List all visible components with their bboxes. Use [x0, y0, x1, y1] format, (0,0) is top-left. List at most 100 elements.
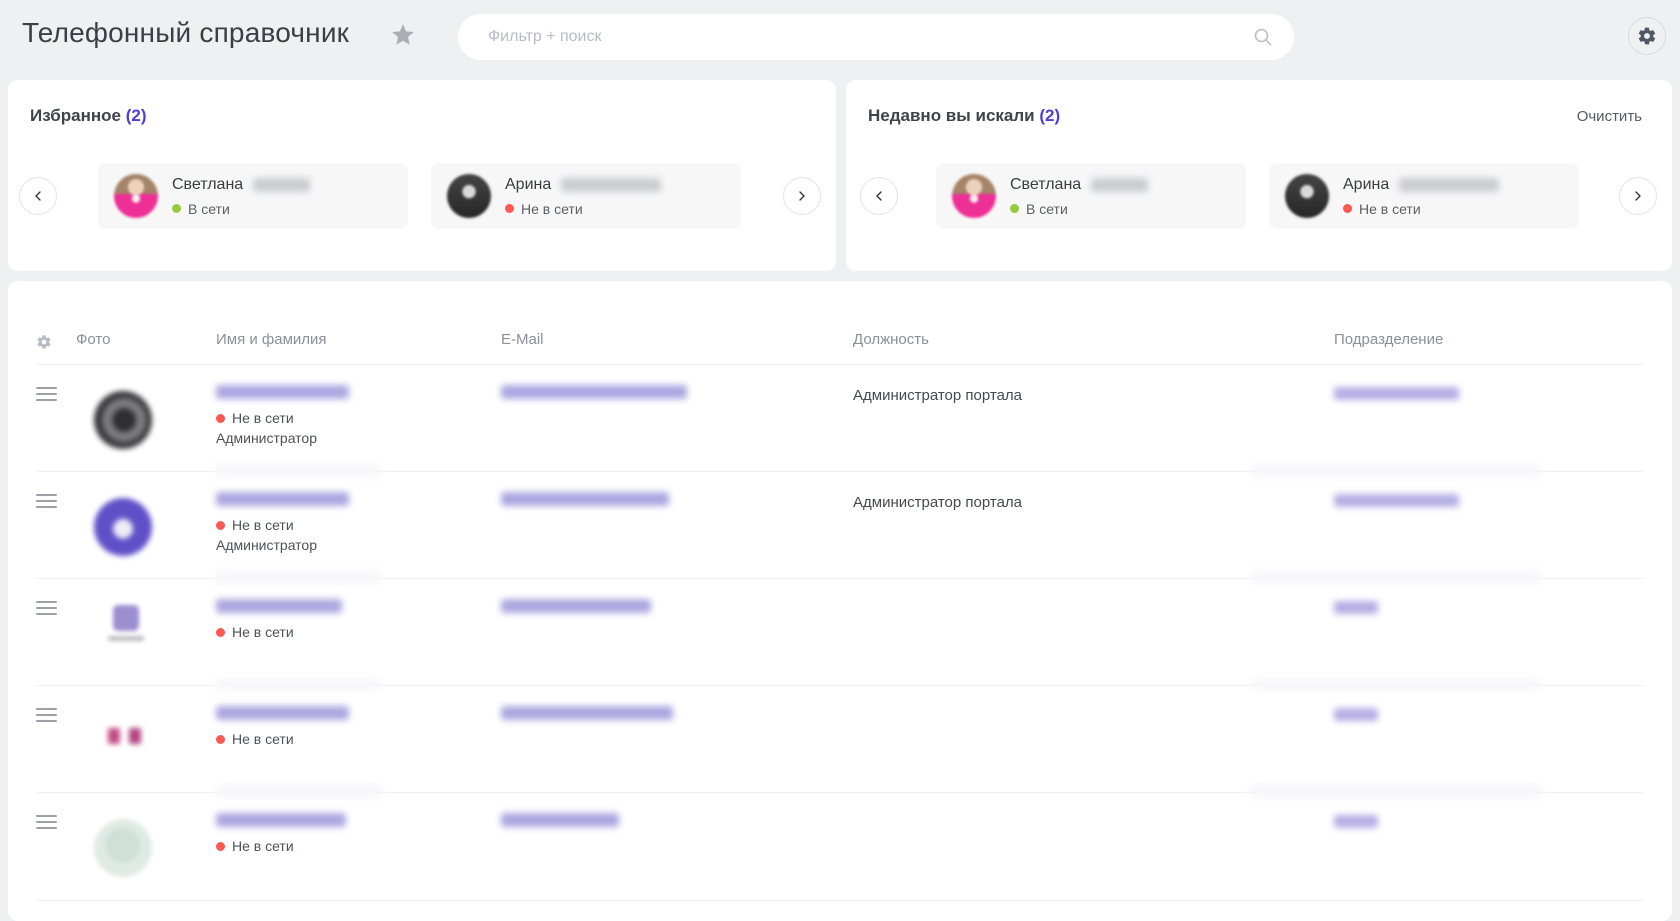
person-avatar — [952, 174, 996, 218]
employee-position: Администратор портала — [853, 387, 1023, 404]
favorites-count: (2) — [125, 106, 147, 125]
employee-name-blurred-link[interactable] — [216, 706, 349, 720]
offline-status-dot — [505, 204, 514, 213]
table-row: Не в сети Администратор Администратор по… — [36, 472, 1644, 584]
drag-handle-icon[interactable] — [36, 494, 57, 508]
favorites-panel: Избранное (2) Светлана В сети Арина Не в… — [8, 80, 836, 271]
column-header-division[interactable]: Подразделение — [1334, 331, 1644, 364]
employee-position — [853, 579, 1334, 685]
recent-card-arina[interactable]: Арина Не в сети — [1269, 163, 1579, 229]
person-status: В сети — [1026, 200, 1068, 217]
page-title: Телефонный справочник — [22, 17, 350, 48]
column-header-photo[interactable]: Фото — [76, 331, 216, 364]
column-header-name[interactable]: Имя и фамилия — [216, 331, 501, 364]
topbar: Телефонный справочник — [0, 0, 1680, 72]
employee-name-blurred-link[interactable] — [216, 492, 349, 506]
employee-email-blurred-link[interactable] — [501, 385, 687, 399]
recent-card-svetlana[interactable]: Светлана В сети — [936, 163, 1246, 229]
favorites-title-text: Избранное — [30, 106, 121, 125]
table-row: Не в сети — [36, 793, 1644, 901]
employee-avatar — [108, 728, 216, 744]
favorite-card-svetlana[interactable]: Светлана В сети — [98, 163, 408, 229]
employee-position: Администратор портала — [853, 494, 1023, 511]
offline-status-dot — [216, 627, 225, 637]
recent-title: Недавно вы искали (2) — [868, 106, 1060, 126]
employee-position — [853, 686, 1334, 792]
person-surname-blurred — [561, 177, 662, 192]
employee-email-blurred-link[interactable] — [501, 813, 619, 827]
person-status: В сети — [188, 200, 230, 217]
panels-row: Избранное (2) Светлана В сети Арина Не в… — [8, 80, 1672, 271]
offline-status-dot — [216, 734, 225, 744]
favorites-next-button[interactable] — [783, 177, 821, 215]
employee-name-blurred-link[interactable] — [216, 385, 349, 399]
recent-searches-panel: Недавно вы искали (2) Очистить Светлана … — [846, 80, 1672, 271]
recent-next-button[interactable] — [1619, 177, 1657, 215]
employee-role: Администратор — [216, 430, 318, 446]
gear-icon — [1637, 26, 1657, 46]
employee-division-blurred-link[interactable] — [1334, 387, 1459, 400]
search-input[interactable] — [486, 27, 1252, 47]
employee-status: Не в сети — [232, 624, 294, 640]
search-box — [458, 14, 1294, 60]
employee-division-blurred-link[interactable] — [1334, 601, 1378, 614]
offline-status-dot — [216, 520, 225, 530]
employee-email-blurred-link[interactable] — [501, 706, 673, 720]
employee-avatar — [94, 391, 152, 449]
employee-avatar — [94, 819, 152, 877]
clear-recent-button[interactable]: Очистить — [1571, 107, 1648, 126]
employee-position — [853, 793, 1334, 900]
settings-button[interactable] — [1628, 17, 1666, 55]
person-name: Арина — [505, 175, 552, 193]
employee-status: Не в сети — [232, 838, 294, 854]
chevron-right-icon — [1630, 188, 1646, 204]
employee-status: Не в сети — [232, 731, 294, 747]
favorite-star-icon[interactable] — [390, 22, 416, 48]
employee-email-blurred-link[interactable] — [501, 492, 669, 506]
employee-name-blurred-link[interactable] — [216, 813, 346, 827]
drag-handle-icon[interactable] — [36, 815, 57, 829]
column-header-email[interactable]: E-Mail — [501, 331, 853, 364]
person-surname-blurred — [1399, 177, 1500, 192]
grid-settings-button[interactable] — [36, 334, 76, 364]
favorites-prev-button[interactable] — [19, 177, 57, 215]
recent-prev-button[interactable] — [860, 177, 898, 215]
employee-status: Не в сети — [232, 410, 294, 426]
search-icon — [1252, 26, 1274, 48]
online-status-dot — [1010, 204, 1019, 213]
chevron-left-icon — [30, 188, 46, 204]
drag-handle-icon[interactable] — [36, 387, 57, 401]
employee-avatar — [94, 498, 152, 556]
employee-division-blurred-link[interactable] — [1334, 708, 1378, 721]
employee-avatar — [106, 605, 146, 641]
favorite-card-arina[interactable]: Арина Не в сети — [431, 163, 741, 229]
favorites-title: Избранное (2) — [30, 106, 146, 126]
table-header: Фото Имя и фамилия E-Mail Должность Подр… — [36, 281, 1644, 365]
person-status: Не в сети — [521, 200, 583, 217]
person-avatar — [1285, 174, 1329, 218]
drag-handle-icon[interactable] — [36, 601, 57, 615]
person-name: Арина — [1343, 175, 1390, 193]
chevron-right-icon — [794, 188, 810, 204]
employee-email-blurred-link[interactable] — [501, 599, 651, 613]
person-avatar — [447, 174, 491, 218]
offline-status-dot — [216, 841, 225, 851]
column-header-position[interactable]: Должность — [853, 331, 1334, 364]
employee-role: Администратор — [216, 537, 318, 553]
table-row: Не в сети Администратор Администратор по… — [36, 365, 1644, 477]
employee-division-blurred-link[interactable] — [1334, 815, 1378, 828]
employee-name-blurred-link[interactable] — [216, 599, 342, 613]
recent-title-text: Недавно вы искали — [868, 106, 1035, 125]
chevron-left-icon — [871, 188, 887, 204]
person-name: Светлана — [172, 175, 244, 193]
employee-division-blurred-link[interactable] — [1334, 494, 1459, 507]
person-name: Светлана — [1010, 175, 1082, 193]
drag-handle-icon[interactable] — [36, 708, 57, 722]
table-row: Не в сети — [36, 686, 1644, 798]
employees-table: Фото Имя и фамилия E-Mail Должность Подр… — [8, 281, 1672, 921]
offline-status-dot — [216, 413, 225, 423]
table-row: Не в сети — [36, 579, 1644, 691]
person-avatar — [114, 174, 158, 218]
offline-status-dot — [1343, 204, 1352, 213]
gear-outline-icon — [36, 334, 76, 350]
